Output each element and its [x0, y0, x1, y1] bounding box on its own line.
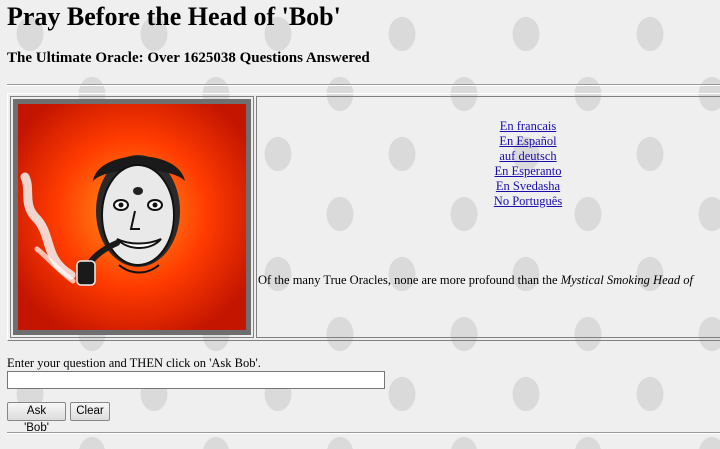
language-link[interactable]: auf deutsch [257, 149, 720, 164]
ask-bob-button[interactable]: Ask 'Bob' [7, 402, 66, 434]
content-cell: En francais En Español auf deutsch En Es… [256, 96, 720, 338]
language-link[interactable]: No Português [257, 194, 720, 209]
oracle-intro-emphasis: Mystical Smoking Head of [560, 273, 693, 287]
language-link[interactable]: En francais [257, 119, 720, 134]
language-link[interactable]: En Esperanto [257, 164, 720, 179]
language-link[interactable]: En Español [257, 134, 720, 149]
language-link[interactable]: En Svedasha [257, 179, 720, 194]
language-links: En francais En Español auf deutsch En Es… [257, 119, 720, 209]
bottom-divider [7, 432, 720, 434]
question-input[interactable] [7, 371, 385, 389]
oracle-intro: Of the many True Oracles, none are more … [258, 273, 693, 288]
image-cell [10, 96, 254, 338]
oracle-table: En francais En Español auf deutsch En Es… [7, 93, 720, 341]
question-prompt: Enter your question and THEN click on 'A… [7, 356, 261, 370]
page-title: Pray Before the Head of 'Bob' [7, 2, 341, 31]
smoking-bob-head-icon [18, 104, 246, 330]
oracle-intro-text: Of the many True Oracles, none are more … [258, 273, 561, 287]
page-subtitle: The Ultimate Oracle: Over 1625038 Questi… [7, 50, 370, 66]
clear-button[interactable]: Clear [70, 402, 110, 421]
bob-head-image [13, 99, 251, 335]
top-divider [7, 84, 720, 86]
